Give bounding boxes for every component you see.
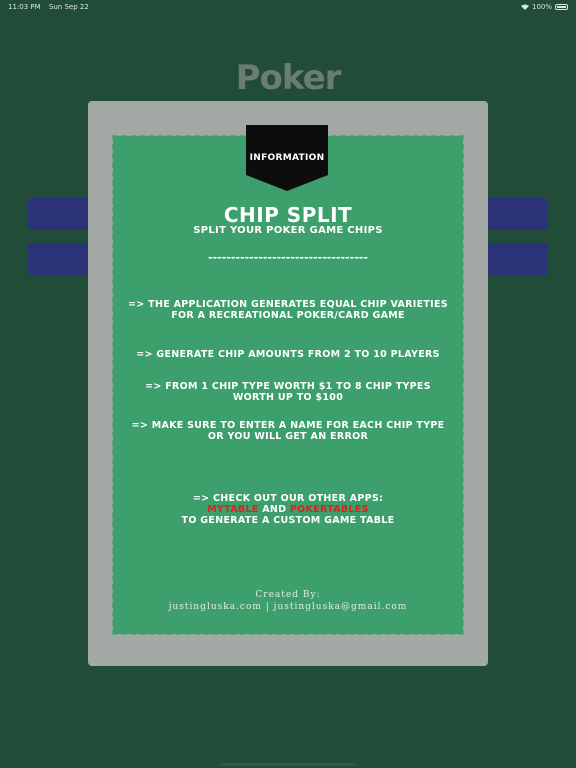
- background-button-1-right[interactable]: [486, 198, 548, 230]
- battery-percent: 100%: [531, 3, 552, 11]
- status-time: 11:03 PM: [8, 3, 41, 11]
- info-line-3: => FROM 1 CHIP TYPE WORTH $1 TO 8 CHIP T…: [145, 381, 431, 403]
- status-date: Sun Sep 22: [48, 3, 89, 11]
- information-tag: INFORMATION: [246, 125, 328, 191]
- info-subtitle: SPLIT YOUR POKER GAME CHIPS: [193, 225, 383, 236]
- pokertables-link[interactable]: POKERTABLES: [290, 504, 369, 515]
- created-by: Created By:: [255, 590, 321, 600]
- app-title: Poker: [235, 58, 342, 98]
- background-button-1-left[interactable]: [28, 198, 90, 230]
- info-line-1: => THE APPLICATION GENERATES EQUAL CHIP …: [128, 299, 448, 321]
- wifi-icon: [520, 4, 529, 10]
- information-tag-label: INFORMATION: [249, 153, 325, 163]
- background-button-2-left[interactable]: [28, 243, 90, 275]
- info-divider: -----------------------------------: [208, 251, 368, 264]
- apps-intro: => CHECK OUT OUR OTHER APPS:: [192, 493, 384, 504]
- home-indicator: [220, 763, 356, 766]
- apps-list: MYTABLE AND POKERTABLES: [128, 504, 448, 515]
- info-line-2: => GENERATE CHIP AMOUNTS FROM 2 TO 10 PL…: [136, 349, 440, 360]
- mytable-link[interactable]: MYTABLE: [207, 504, 258, 515]
- background-button-2-right[interactable]: [486, 243, 548, 275]
- contact-info: justingluska.com | justingluska@gmail.co…: [168, 602, 408, 612]
- status-bar: 11:03 PM Sun Sep 22 100%: [0, 0, 576, 14]
- info-line-4: => MAKE SURE TO ENTER A NAME FOR EACH CH…: [131, 420, 445, 442]
- battery-icon: [555, 4, 568, 10]
- info-title: CHIP SPLIT: [223, 203, 353, 227]
- apps-and: AND: [258, 504, 290, 515]
- apps-outro: TO GENERATE A CUSTOM GAME TABLE: [181, 515, 395, 526]
